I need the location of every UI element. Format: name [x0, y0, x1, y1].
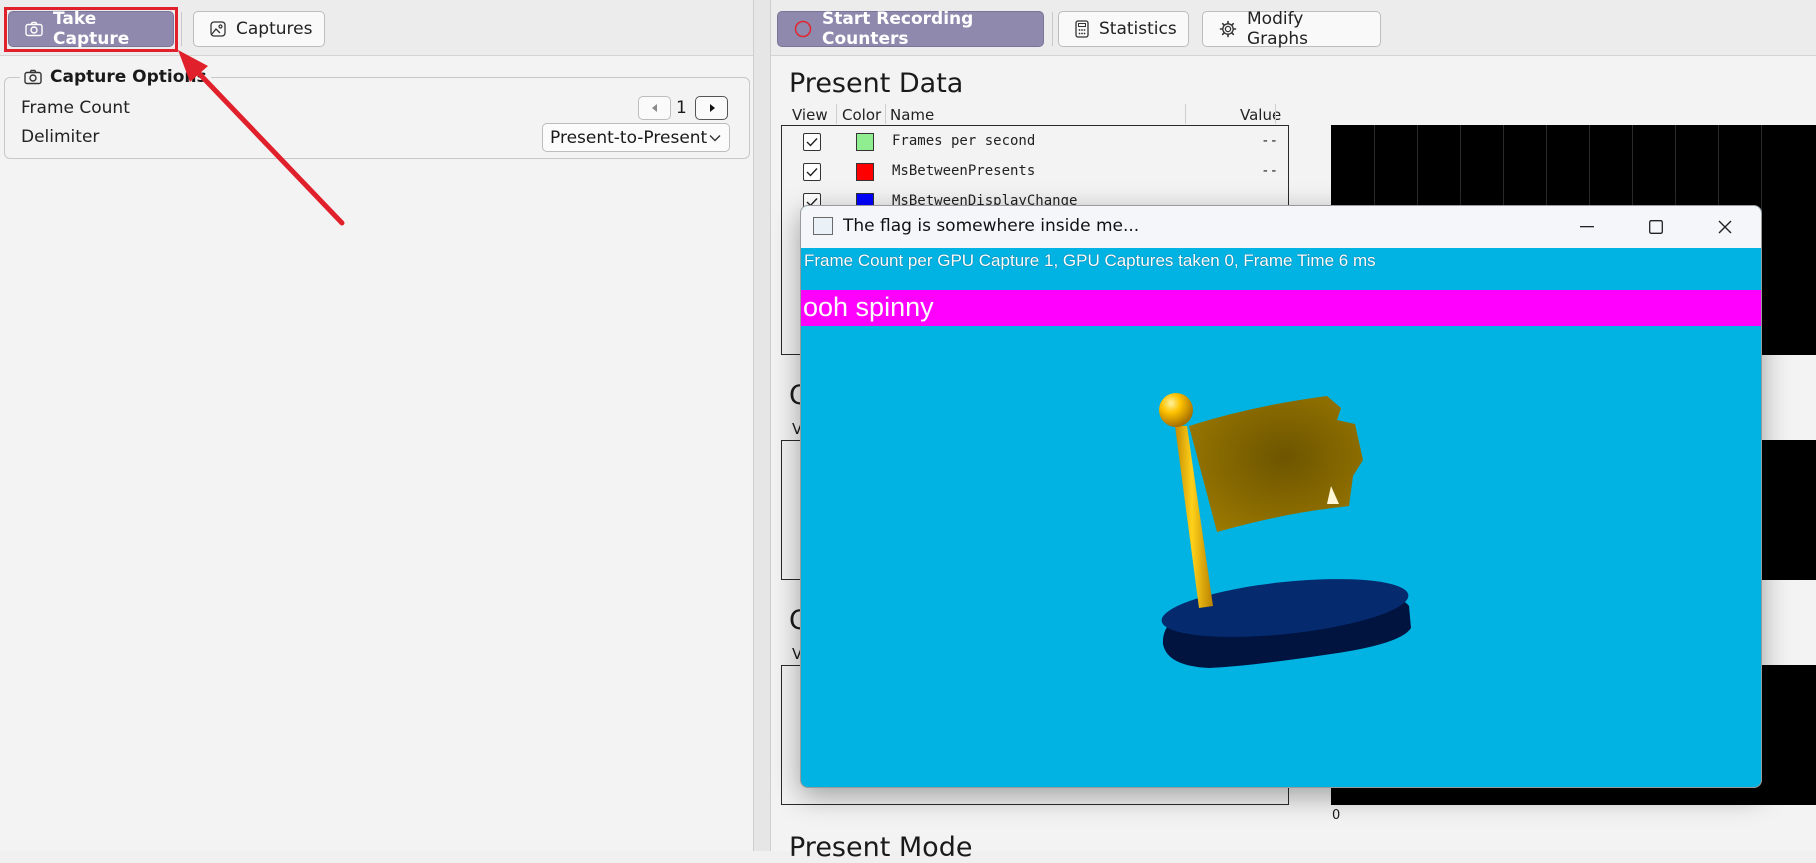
column-header-view[interactable]: View [792, 106, 828, 124]
flag-window[interactable]: The flag is somewhere inside me... Frame… [800, 205, 1762, 788]
column-header-color[interactable]: Color [842, 106, 881, 124]
view-checkbox[interactable] [803, 163, 821, 181]
minimize-icon [1580, 226, 1594, 228]
frame-count-value[interactable]: 1 [676, 98, 687, 118]
triangle-right-icon [709, 104, 715, 112]
metric-value: -- [1261, 163, 1278, 179]
capture-status-text: Frame Count per GPU Capture 1, GPU Captu… [804, 251, 1376, 270]
delimiter-value: Present-to-Present [550, 127, 708, 148]
frame-count-decrement-button[interactable] [638, 96, 671, 120]
check-icon [806, 138, 818, 147]
statistics-button[interactable]: Statistics [1058, 11, 1189, 47]
annotation-arrow-icon [178, 50, 345, 226]
banner-text: ooh spinny [803, 292, 934, 322]
maximize-button[interactable] [1621, 206, 1691, 248]
column-separator [1185, 104, 1186, 124]
frame-count-increment-button[interactable] [695, 96, 728, 120]
present-mode-title: Present Mode [789, 832, 973, 863]
chevron-down-icon [709, 134, 721, 141]
present-data-title: Present Data [789, 68, 964, 99]
metric-name: Frames per second [892, 133, 1036, 149]
toolbar-separator [1052, 12, 1053, 46]
gear-icon [1219, 20, 1237, 38]
column-separator [885, 104, 886, 124]
metric-value: -- [1261, 133, 1278, 149]
minimize-button[interactable] [1552, 206, 1622, 248]
statistics-label: Statistics [1099, 19, 1177, 39]
modify-graphs-label: Modify Graphs [1247, 9, 1309, 49]
column-separator [836, 104, 837, 124]
color-swatch[interactable] [856, 133, 874, 151]
flag-3d-render [1159, 393, 1411, 668]
color-swatch[interactable] [856, 163, 874, 181]
window-title: The flag is somewhere inside me... [843, 216, 1140, 236]
check-icon [806, 168, 818, 177]
start-recording-button[interactable]: Start Recording Counters [777, 9, 1044, 49]
axis-tick-label: 0 [1332, 808, 1341, 823]
column-header-name[interactable]: Name [890, 106, 934, 124]
list-item[interactable]: Frames per second -- [782, 126, 1288, 156]
calculator-icon [1075, 20, 1089, 38]
pane-splitter[interactable] [753, 0, 771, 851]
column-separator [1275, 104, 1276, 124]
triangle-left-icon [651, 104, 657, 112]
list-item[interactable]: MsBetweenPresents -- [782, 156, 1288, 186]
modify-graphs-button[interactable]: Modify Graphs [1202, 9, 1381, 49]
view-checkbox[interactable] [803, 133, 821, 151]
metric-name: MsBetweenPresents [892, 163, 1036, 179]
close-icon [1718, 220, 1732, 234]
start-recording-label: Start Recording Counters [822, 9, 974, 49]
maximize-icon [1649, 220, 1663, 234]
app-icon [813, 217, 833, 235]
banner [801, 290, 1761, 326]
record-icon [794, 20, 812, 38]
close-button[interactable] [1690, 206, 1760, 248]
delimiter-select[interactable]: Present-to-Present [542, 123, 730, 152]
